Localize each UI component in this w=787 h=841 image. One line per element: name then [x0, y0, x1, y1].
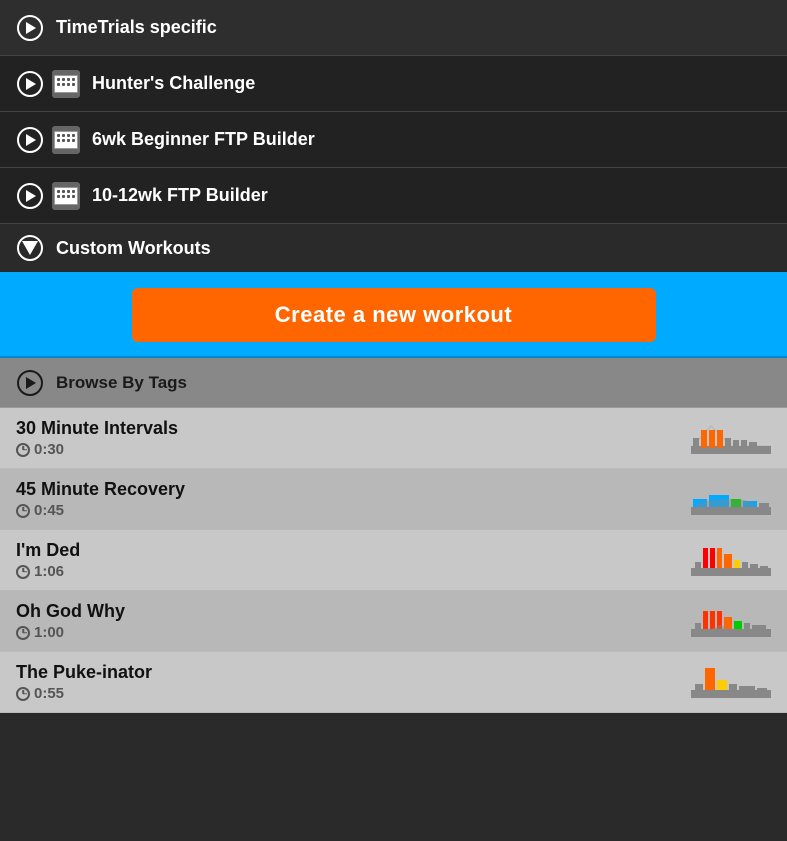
6wk-row[interactable]: 6wk Beginner FTP Builder	[0, 112, 787, 168]
custom-workouts-label: Custom Workouts	[56, 238, 211, 259]
workout-info-45min: 45 Minute Recovery 0:45	[16, 479, 185, 519]
calendar-icon-2	[52, 126, 80, 154]
workout-title-imded: I'm Ded	[16, 540, 80, 561]
timetrials-row[interactable]: TimeTrials specific	[0, 0, 787, 56]
clock-icon-1	[16, 443, 30, 457]
calendar-icon-1	[52, 70, 80, 98]
workout-chart-puke	[691, 662, 771, 702]
workout-row-30min[interactable]: 30 Minute Intervals 0:30	[0, 408, 787, 469]
clock-icon-3	[16, 565, 30, 579]
browse-tags-row[interactable]: Browse By Tags	[0, 358, 787, 408]
clock-icon-5	[16, 687, 30, 701]
create-workout-button[interactable]: Create a new workout	[132, 288, 656, 342]
workout-duration-30min: 0:30	[16, 441, 178, 458]
hunters-challenge-row[interactable]: Hunter's Challenge	[0, 56, 787, 112]
browse-tags-label: Browse By Tags	[56, 373, 187, 393]
workout-row-imded[interactable]: I'm Ded 1:06	[0, 530, 787, 591]
workout-info-imded: I'm Ded 1:06	[16, 540, 80, 580]
play-icon-browse	[16, 369, 44, 397]
workout-duration-imded: 1:06	[16, 563, 80, 580]
workout-chart-45min	[691, 479, 771, 519]
clock-icon-4	[16, 626, 30, 640]
10-12wk-label: 10-12wk FTP Builder	[92, 185, 268, 206]
clock-icon-2	[16, 504, 30, 518]
workout-duration-puke: 0:55	[16, 685, 152, 702]
create-banner: Create a new workout	[0, 274, 787, 358]
workout-title-45min: 45 Minute Recovery	[16, 479, 185, 500]
workout-row-45min[interactable]: 45 Minute Recovery 0:45	[0, 469, 787, 530]
workout-info-30min: 30 Minute Intervals 0:30	[16, 418, 178, 458]
workout-chart-imded	[691, 540, 771, 580]
workout-title-puke: The Puke-inator	[16, 662, 152, 683]
play-icon-3	[16, 126, 44, 154]
play-icon	[16, 14, 44, 42]
workout-chart-30min	[691, 418, 771, 458]
play-icon-2	[16, 70, 44, 98]
workout-row-puke[interactable]: The Puke-inator 0:55	[0, 652, 787, 713]
play-icon-4	[16, 182, 44, 210]
workout-duration-45min: 0:45	[16, 502, 185, 519]
workout-chart-ohgodwhy	[691, 601, 771, 641]
workout-info-puke: The Puke-inator 0:55	[16, 662, 152, 702]
timetrials-label: TimeTrials specific	[56, 17, 217, 38]
10-12wk-row[interactable]: 10-12wk FTP Builder	[0, 168, 787, 224]
workout-duration-ohgodwhy: 1:00	[16, 624, 125, 641]
custom-workouts-header[interactable]: Custom Workouts	[0, 224, 787, 274]
workout-row-ohgodwhy[interactable]: Oh God Why 1:00	[0, 591, 787, 652]
workout-title-30min: 30 Minute Intervals	[16, 418, 178, 439]
workout-title-ohgodwhy: Oh God Why	[16, 601, 125, 622]
calendar-icon-3	[52, 182, 80, 210]
hunters-label: Hunter's Challenge	[92, 73, 255, 94]
down-arrow-icon	[16, 234, 44, 262]
6wk-label: 6wk Beginner FTP Builder	[92, 129, 315, 150]
workout-info-ohgodwhy: Oh God Why 1:00	[16, 601, 125, 641]
